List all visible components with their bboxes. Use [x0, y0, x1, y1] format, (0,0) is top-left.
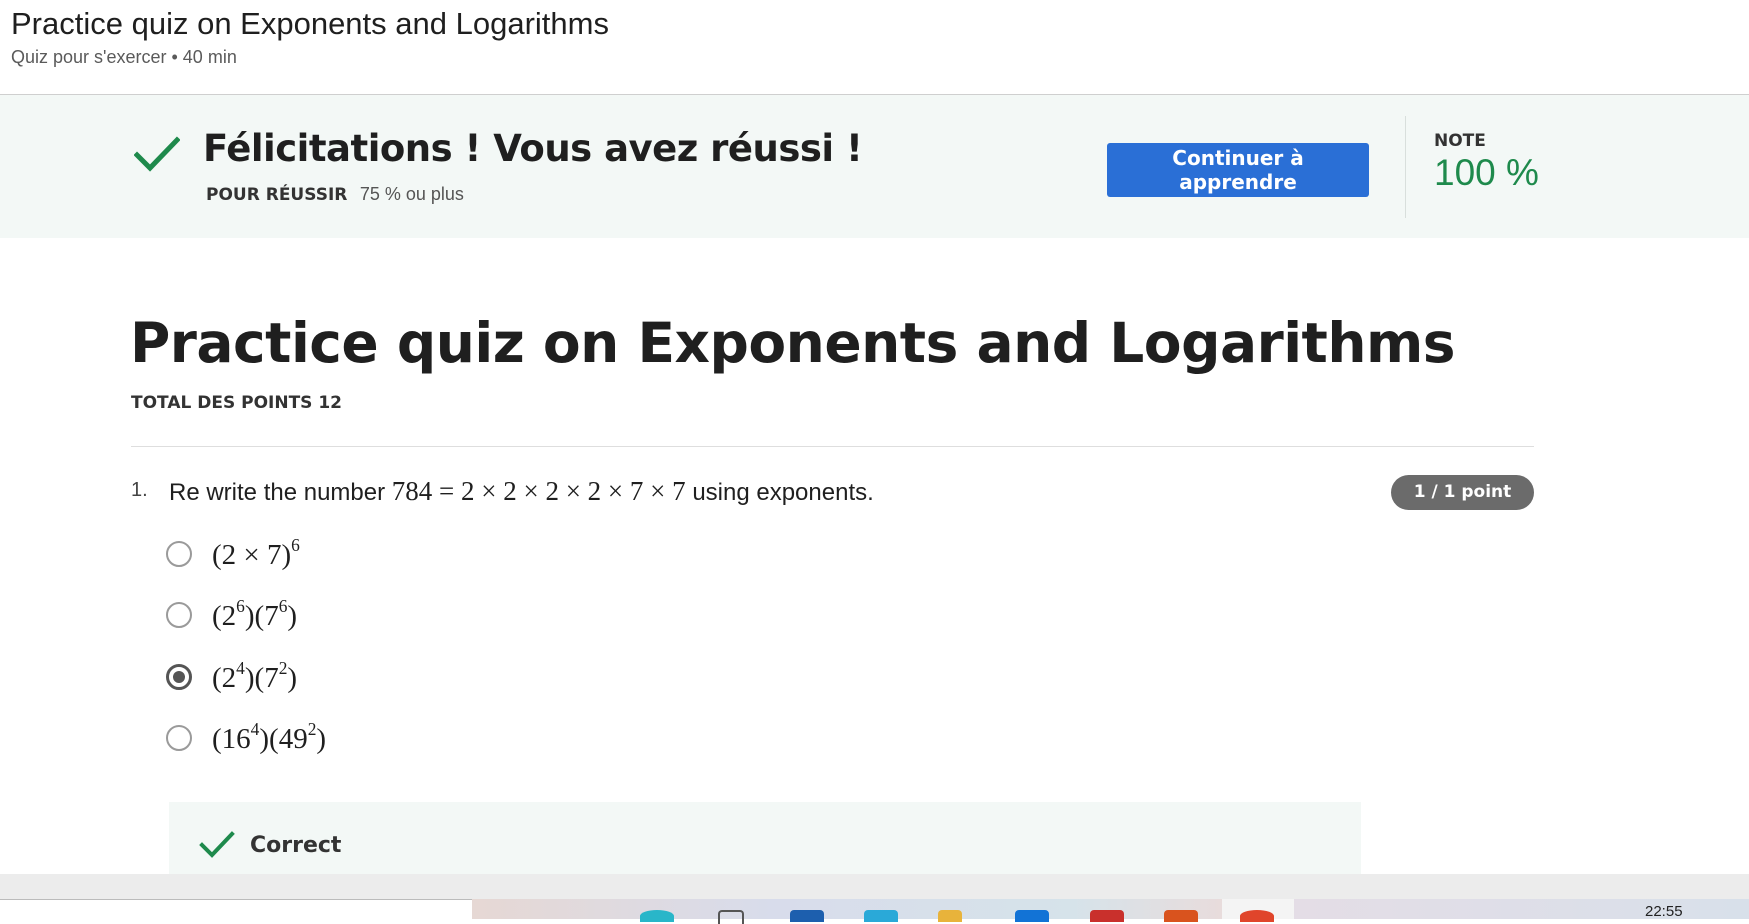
taskbar-app-icon[interactable] [1164, 910, 1198, 922]
taskbar-app-icon[interactable] [640, 910, 674, 922]
option-exponent-b: 2 [278, 658, 288, 679]
top-header: Practice quiz on Exponents and Logarithm… [0, 0, 1749, 95]
pass-label: POUR RÉUSSIR [206, 185, 348, 205]
option-base: (2 × 7) [212, 539, 292, 572]
radio-button[interactable] [166, 602, 192, 628]
radio-button[interactable] [166, 541, 192, 567]
option-base-b: 49 [278, 723, 308, 756]
question-math: 784 = 2 × 2 × 2 × 2 × 7 × 7 [391, 476, 686, 506]
answer-option[interactable]: (2 × 7)6 [166, 534, 300, 574]
points-badge: 1 / 1 point [1391, 475, 1534, 510]
divider [131, 446, 1534, 447]
option-exponent-b: 2 [307, 719, 317, 740]
option-base-b: 7 [264, 662, 279, 695]
option-label: (2 × 7)6 [212, 535, 300, 572]
passing-requirement: POUR RÉUSSIR 75 % ou plus [206, 184, 464, 205]
option-exponent: 6 [291, 535, 300, 556]
taskbar-app-icon[interactable] [1090, 910, 1124, 922]
answer-option-selected[interactable]: (24)(72) [166, 657, 297, 697]
pass-value: 75 % ou plus [359, 184, 464, 204]
option-base-a: 2 [221, 662, 237, 695]
question-number: 1. [131, 479, 148, 501]
question-text: Re write the number 784 = 2 × 2 × 2 × 2 … [169, 476, 874, 507]
option-exponent-a: 4 [236, 658, 245, 679]
radio-button[interactable] [166, 725, 192, 751]
taskbar-app-icon[interactable] [864, 910, 898, 922]
page-subtitle: Quiz pour s'exercer • 40 min [11, 47, 237, 67]
option-exponent-a: 6 [236, 596, 245, 617]
total-points: TOTAL DES POINTS 12 [131, 393, 342, 413]
continue-learning-button[interactable]: Continuer à apprendre [1107, 143, 1369, 197]
option-label: (26)(76) [212, 596, 298, 633]
taskbar-clock[interactable]: 22:55 [1645, 903, 1683, 920]
taskbar-app-icon[interactable] [1240, 910, 1274, 922]
option-base-a: 2 [221, 600, 237, 633]
check-icon [134, 136, 180, 172]
window-bottom-edge [0, 874, 1749, 899]
quiz-title: Practice quiz on Exponents and Logarithm… [130, 311, 1456, 375]
option-label: (164)(492) [212, 719, 327, 756]
question-text-before: Re write the number [169, 479, 386, 506]
option-exponent-a: 4 [250, 719, 260, 740]
taskbar-app-icon[interactable] [1015, 910, 1049, 922]
check-icon [199, 831, 235, 858]
option-label: (24)(72) [212, 658, 298, 695]
answer-option[interactable]: (26)(76) [166, 595, 297, 635]
grade-label: NOTE [1434, 131, 1486, 151]
taskbar-app-icon[interactable] [718, 910, 744, 924]
question-text-after: using exponents. [692, 479, 874, 506]
grade-value: 100 % [1434, 152, 1539, 193]
divider [1405, 116, 1406, 218]
taskbar-app-icon[interactable] [790, 910, 824, 922]
option-base-b: 7 [264, 600, 279, 633]
feedback-label: Correct [250, 833, 342, 858]
option-exponent-b: 6 [278, 596, 288, 617]
answer-option[interactable]: (164)(492) [166, 718, 326, 758]
taskbar-search-box[interactable] [0, 899, 472, 919]
radio-button-selected[interactable] [166, 664, 192, 690]
taskbar-app-icon[interactable] [938, 910, 962, 922]
success-heading: Félicitations ! Vous avez réussi ! [203, 127, 863, 170]
page-title: Practice quiz on Exponents and Logarithm… [11, 6, 609, 41]
option-base-a: 16 [221, 723, 251, 756]
